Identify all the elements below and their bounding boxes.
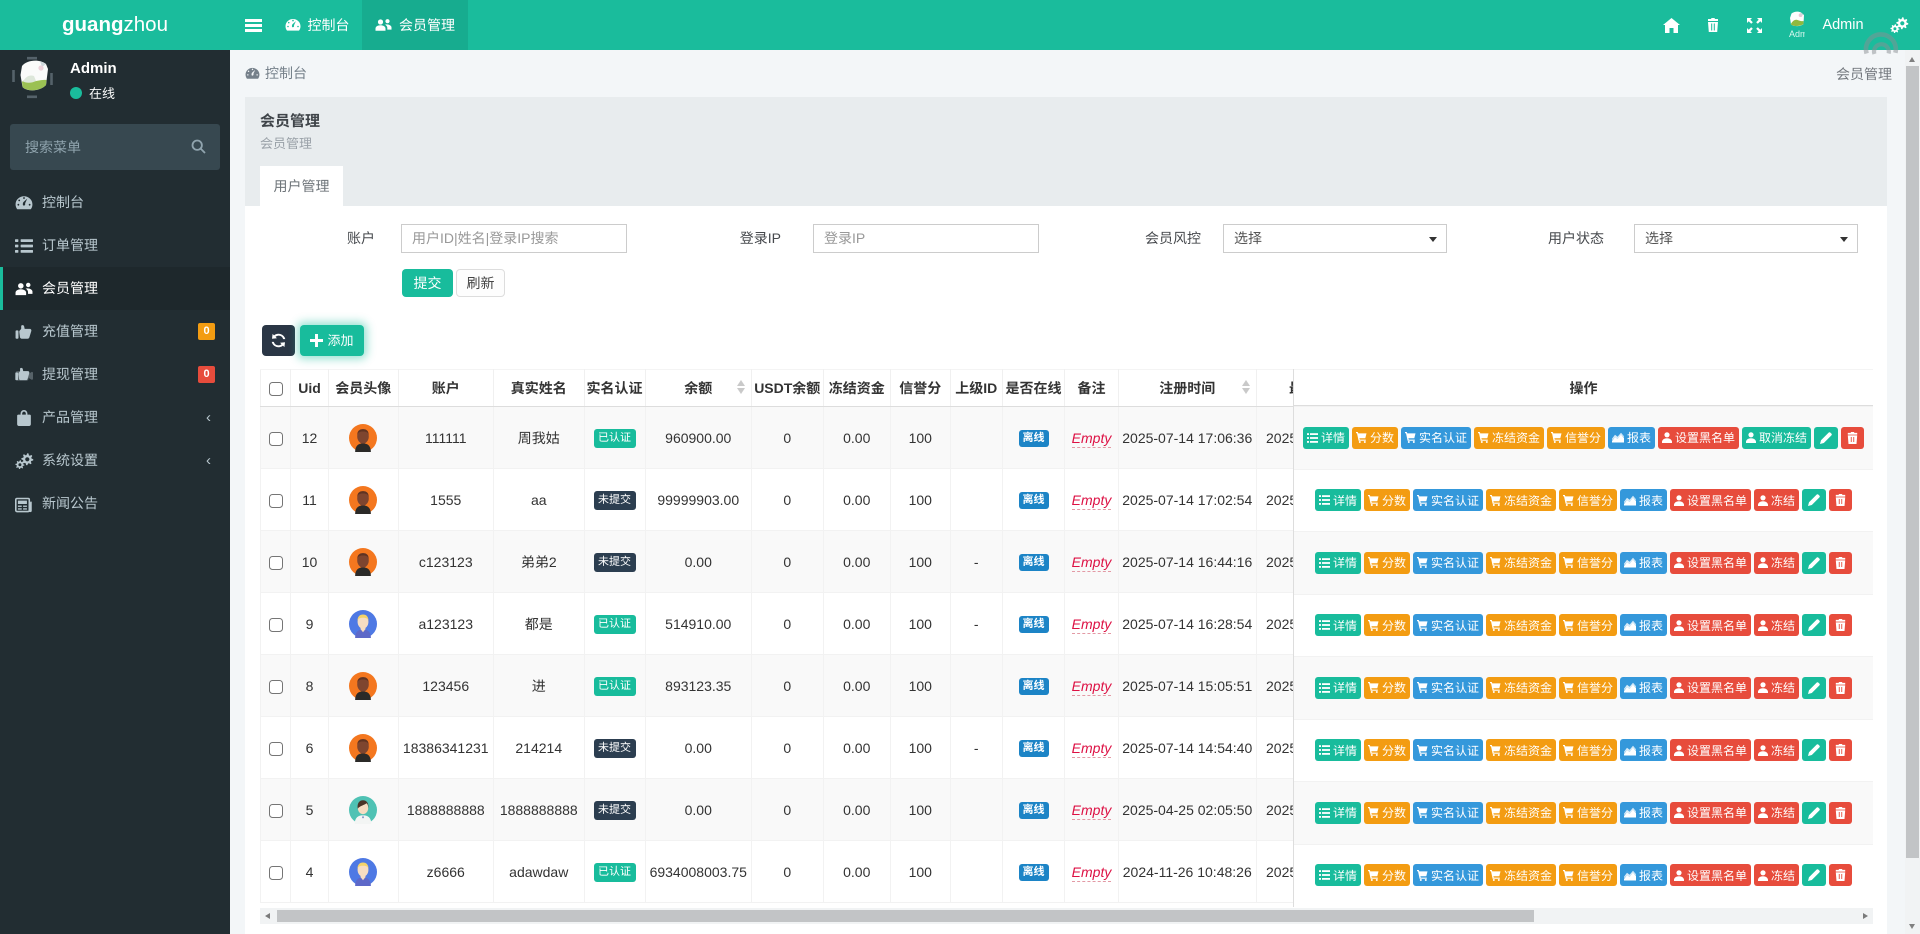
svg-text:Adm: Adm (1789, 29, 1805, 39)
